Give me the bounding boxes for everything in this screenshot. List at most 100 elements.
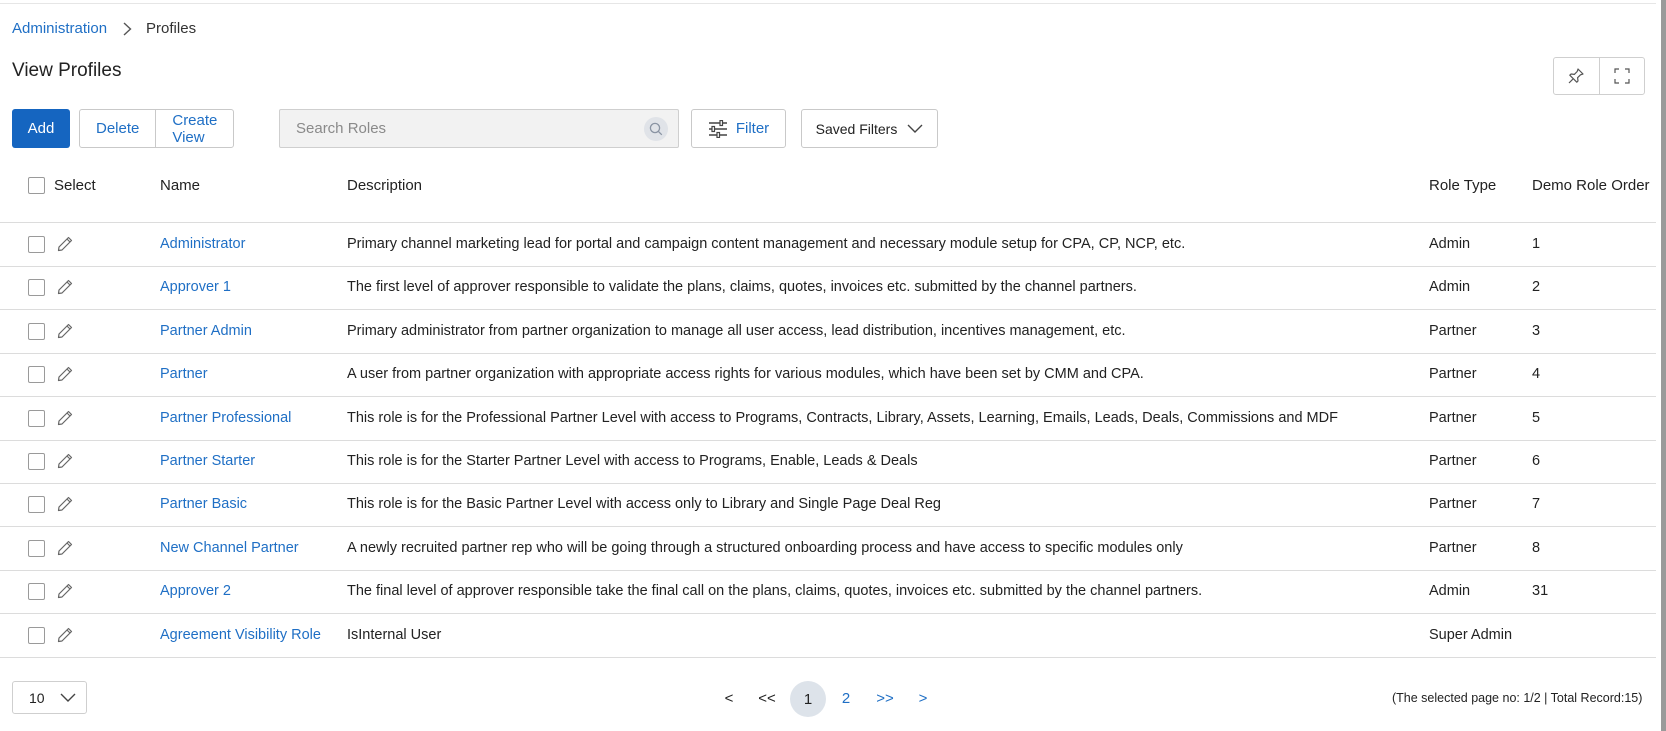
row-demo-role-order: 4 xyxy=(1532,366,1541,383)
chevron-down-icon xyxy=(60,693,76,702)
row-description: A newly recruited partner rep who will b… xyxy=(347,539,1183,556)
last-page-button[interactable]: >> xyxy=(868,681,902,716)
table-row: Approver 2 The final level of approver re… xyxy=(0,570,1656,615)
row-demo-role-order: 5 xyxy=(1532,409,1541,426)
row-name-link[interactable]: Approver 1 xyxy=(160,279,231,295)
row-description: This role is for the Basic Partner Level… xyxy=(347,496,941,513)
saved-filters-label: Saved Filters xyxy=(815,120,898,137)
row-demo-role-order: 6 xyxy=(1532,453,1541,469)
chevron-down-icon xyxy=(907,124,923,133)
delete-button[interactable]: Delete xyxy=(80,110,155,147)
row-name-link[interactable]: Partner Basic xyxy=(160,496,247,512)
page-size-select[interactable]: 10 xyxy=(12,681,87,714)
next-page-button[interactable]: > xyxy=(910,681,936,716)
record-info: (The selected page no: 1/2 | Total Recor… xyxy=(1392,691,1643,705)
search-input[interactable] xyxy=(280,110,644,147)
table-row: Partner Professional This role is for the… xyxy=(0,397,1656,441)
sliders-icon xyxy=(708,119,727,138)
row-description: Primary channel marketing lead for porta… xyxy=(347,236,1186,252)
edit-pencil-icon[interactable] xyxy=(56,278,74,296)
page-2-button[interactable]: 2 xyxy=(833,681,859,716)
row-role-type: Partner xyxy=(1429,496,1477,513)
top-border xyxy=(0,0,1656,4)
row-select-checkbox[interactable] xyxy=(28,453,45,470)
row-role-type: Super Admin xyxy=(1429,626,1513,643)
row-description: IsInternal User xyxy=(347,626,442,643)
add-button[interactable]: Add xyxy=(12,109,70,148)
page-size-value: 10 xyxy=(29,689,45,706)
header-role-type[interactable]: Role Type xyxy=(1429,177,1496,194)
table-row: Partner Starter This role is for the Star… xyxy=(0,440,1656,484)
row-name-link[interactable]: New Channel Partner xyxy=(160,540,299,556)
edit-pencil-icon[interactable] xyxy=(56,409,74,427)
breadcrumb-administration-link[interactable]: Administration xyxy=(12,20,107,37)
page-1-button[interactable]: 1 xyxy=(790,681,826,717)
table-row: Partner Basic This role is for the Basic … xyxy=(0,483,1656,528)
edit-pencil-icon[interactable] xyxy=(56,495,74,513)
row-name-link[interactable]: Administrator xyxy=(160,236,245,252)
table-row: New Channel Partner A newly recruited par… xyxy=(0,527,1656,571)
row-select-checkbox[interactable] xyxy=(28,279,45,297)
edit-pencil-icon[interactable] xyxy=(56,322,74,340)
row-role-type: Admin xyxy=(1429,279,1471,296)
header-select: Select xyxy=(54,177,96,194)
edit-pencil-icon[interactable] xyxy=(56,452,74,470)
search-box xyxy=(279,109,679,148)
create-view-button[interactable]: Create View xyxy=(155,110,233,147)
row-demo-role-order: 7 xyxy=(1532,496,1541,513)
row-name-link[interactable]: Agreement Visibility Role xyxy=(160,627,321,643)
first-page-button[interactable]: << xyxy=(750,681,784,716)
row-role-type: Partner xyxy=(1429,409,1477,426)
row-role-type: Partner xyxy=(1429,539,1477,556)
search-icon[interactable] xyxy=(644,116,668,141)
row-name-link[interactable]: Partner Admin xyxy=(160,323,252,339)
table-row: Agreement Visibility Role IsInternal User… xyxy=(0,614,1656,658)
edit-pencil-icon[interactable] xyxy=(56,582,74,600)
row-description: The final level of approver responsible … xyxy=(347,583,1203,600)
row-select-checkbox[interactable] xyxy=(28,409,45,427)
row-name-link[interactable]: Partner Professional xyxy=(160,410,291,426)
pin-icon xyxy=(1568,68,1584,84)
row-description: Primary administrator from partner organ… xyxy=(347,322,1126,339)
saved-filters-dropdown[interactable]: Saved Filters xyxy=(801,109,938,148)
fullscreen-button[interactable] xyxy=(1598,58,1645,94)
fullscreen-icon xyxy=(1614,68,1630,84)
breadcrumb-current: Profiles xyxy=(146,20,197,37)
pin-button[interactable] xyxy=(1554,58,1599,94)
header-description[interactable]: Description xyxy=(347,177,422,194)
row-description: The first level of approver responsible … xyxy=(347,279,1137,296)
filter-button[interactable]: Filter xyxy=(691,109,786,148)
row-demo-role-order: 2 xyxy=(1532,279,1541,296)
table-row: Administrator Primary channel marketing l… xyxy=(0,223,1656,267)
filter-label: Filter xyxy=(735,120,770,137)
edit-pencil-icon[interactable] xyxy=(56,235,74,253)
row-select-checkbox[interactable] xyxy=(28,496,45,514)
row-demo-role-order: 8 xyxy=(1532,539,1541,556)
select-all-checkbox[interactable] xyxy=(28,177,45,194)
row-select-checkbox[interactable] xyxy=(28,236,45,253)
edit-pencil-icon[interactable] xyxy=(56,365,74,383)
row-demo-role-order: 1 xyxy=(1532,236,1541,252)
action-button-group: Delete Create View xyxy=(79,109,235,148)
row-name-link[interactable]: Approver 2 xyxy=(160,583,231,599)
row-name-link[interactable]: Partner xyxy=(160,366,208,382)
row-description: This role is for the Professional Partne… xyxy=(347,409,1338,426)
vertical-scrollbar[interactable] xyxy=(1661,0,1666,731)
row-select-checkbox[interactable] xyxy=(28,366,45,384)
prev-page-button[interactable]: < xyxy=(716,681,742,716)
row-demo-role-order: 31 xyxy=(1532,583,1549,600)
edit-pencil-icon[interactable] xyxy=(56,626,74,644)
row-select-checkbox[interactable] xyxy=(28,322,45,340)
row-role-type: Partner xyxy=(1429,366,1477,383)
row-name-link[interactable]: Partner Starter xyxy=(160,453,255,469)
table-row: Approver 1 The first level of approver re… xyxy=(0,266,1656,311)
row-select-checkbox[interactable] xyxy=(28,626,45,644)
edit-pencil-icon[interactable] xyxy=(56,539,74,557)
breadcrumb: Administration Profiles xyxy=(12,20,196,37)
row-select-checkbox[interactable] xyxy=(28,539,45,557)
view-actions xyxy=(1553,57,1645,95)
table-row: Partner Admin Primary administrator from … xyxy=(0,310,1656,354)
row-select-checkbox[interactable] xyxy=(28,583,45,601)
header-demo-role-order[interactable]: Demo Role Order xyxy=(1532,177,1650,194)
header-name[interactable]: Name xyxy=(160,177,200,194)
